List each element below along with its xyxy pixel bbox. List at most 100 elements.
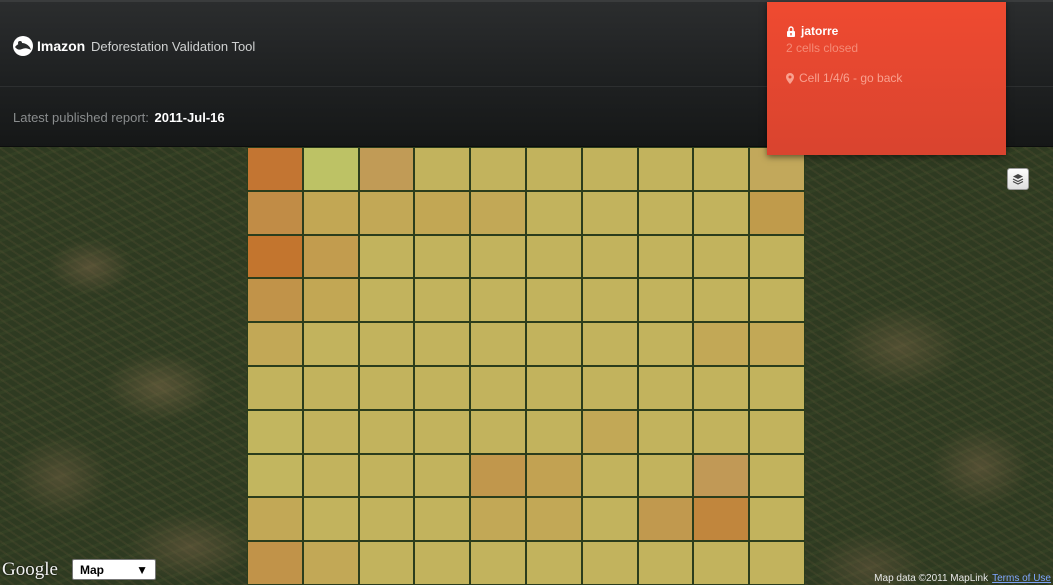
grid-cell[interactable]: [415, 498, 470, 541]
grid-cell[interactable]: [750, 498, 804, 541]
grid-cell[interactable]: [527, 191, 581, 234]
grid-cell[interactable]: [582, 367, 637, 409]
grid-cell[interactable]: [750, 279, 804, 322]
grid-cell[interactable]: [582, 191, 637, 234]
grid-cell[interactable]: [527, 323, 581, 365]
grid-cell[interactable]: [248, 542, 302, 584]
grid-cell[interactable]: [415, 235, 470, 278]
grid-cell[interactable]: [471, 367, 525, 409]
grid-cell[interactable]: [303, 367, 358, 409]
grid-cell[interactable]: [582, 323, 637, 365]
grid-cell[interactable]: [582, 454, 637, 497]
grid-cell[interactable]: [750, 410, 804, 453]
grid-cell[interactable]: [415, 148, 470, 190]
grid-cell[interactable]: [248, 323, 302, 365]
grid-cell[interactable]: [638, 148, 693, 190]
grid-cell[interactable]: [638, 191, 693, 234]
grid-cell[interactable]: [694, 279, 749, 322]
grid-cell[interactable]: [750, 454, 804, 497]
grid-cell[interactable]: [303, 454, 358, 497]
grid-cell[interactable]: [471, 454, 525, 497]
grid-cell[interactable]: [694, 323, 749, 365]
grid-cell[interactable]: [359, 410, 414, 453]
grid-cell[interactable]: [527, 410, 581, 453]
grid-cell[interactable]: [415, 323, 470, 365]
grid-cell[interactable]: [248, 191, 302, 234]
grid-cell[interactable]: [527, 235, 581, 278]
grid-cell[interactable]: [582, 498, 637, 541]
grid-cell[interactable]: [750, 542, 804, 584]
grid-cell[interactable]: [303, 323, 358, 365]
grid-cell[interactable]: [638, 279, 693, 322]
grid-cell[interactable]: [582, 148, 637, 190]
grid-cell[interactable]: [527, 498, 581, 541]
grid-cell[interactable]: [638, 498, 693, 541]
grid-cell[interactable]: [415, 191, 470, 234]
grid-cell[interactable]: [694, 454, 749, 497]
grid-cell[interactable]: [694, 498, 749, 541]
grid-cell[interactable]: [582, 279, 637, 322]
grid-cell[interactable]: [248, 498, 302, 541]
grid-cell[interactable]: [582, 235, 637, 278]
grid-cell[interactable]: [248, 367, 302, 409]
grid-cell[interactable]: [303, 498, 358, 541]
grid-cell[interactable]: [248, 235, 302, 278]
grid-cell[interactable]: [694, 235, 749, 278]
grid-cell[interactable]: [471, 542, 525, 584]
grid-cell[interactable]: [359, 367, 414, 409]
grid-cell[interactable]: [694, 410, 749, 453]
grid-cell[interactable]: [415, 279, 470, 322]
grid-cell[interactable]: [303, 235, 358, 278]
grid-cell[interactable]: [750, 323, 804, 365]
grid-cell[interactable]: [359, 454, 414, 497]
grid-cell[interactable]: [303, 191, 358, 234]
grid-cell[interactable]: [471, 235, 525, 278]
grid-cell[interactable]: [471, 279, 525, 322]
grid-cell[interactable]: [471, 410, 525, 453]
grid-cell[interactable]: [471, 148, 525, 190]
grid-cell[interactable]: [359, 279, 414, 322]
grid-cell[interactable]: [303, 410, 358, 453]
grid-cell[interactable]: [638, 323, 693, 365]
grid-cell[interactable]: [694, 542, 749, 584]
grid-cell[interactable]: [248, 454, 302, 497]
grid-cell[interactable]: [527, 148, 581, 190]
grid-cell[interactable]: [750, 191, 804, 234]
grid-cell[interactable]: [248, 148, 302, 190]
grid-cell[interactable]: [359, 235, 414, 278]
grid-cell[interactable]: [694, 191, 749, 234]
grid-cell[interactable]: [527, 279, 581, 322]
grid-cell[interactable]: [415, 410, 470, 453]
grid-cell[interactable]: [248, 410, 302, 453]
grid-cell[interactable]: [471, 191, 525, 234]
map-type-select[interactable]: Map ▼: [72, 559, 156, 580]
satellite-map[interactable]: Google Map ▼ Map data ©2011 MapLink Term…: [0, 147, 1053, 585]
grid-cell[interactable]: [527, 454, 581, 497]
grid-cell[interactable]: [582, 542, 637, 584]
grid-cell[interactable]: [359, 542, 414, 584]
grid-cell[interactable]: [471, 323, 525, 365]
grid-cell[interactable]: [638, 454, 693, 497]
grid-cell[interactable]: [471, 498, 525, 541]
go-back-link[interactable]: Cell 1/4/6 - go back: [799, 71, 902, 85]
grid-cell[interactable]: [359, 148, 414, 190]
terms-of-use-link[interactable]: Terms of Use: [992, 573, 1051, 584]
grid-cell[interactable]: [415, 542, 470, 584]
grid-cell[interactable]: [694, 367, 749, 409]
grid-cell[interactable]: [303, 148, 358, 190]
grid-cell[interactable]: [359, 498, 414, 541]
layers-button[interactable]: [1007, 168, 1029, 190]
grid-cell[interactable]: [527, 367, 581, 409]
grid-cell[interactable]: [638, 367, 693, 409]
grid-cell[interactable]: [415, 367, 470, 409]
grid-cell[interactable]: [638, 410, 693, 453]
grid-cell[interactable]: [303, 542, 358, 584]
grid-cell[interactable]: [527, 542, 581, 584]
grid-cell[interactable]: [750, 235, 804, 278]
imazon-logo[interactable]: Imazon: [12, 35, 85, 57]
grid-cell[interactable]: [638, 542, 693, 584]
grid-cell[interactable]: [359, 323, 414, 365]
grid-cell[interactable]: [248, 279, 302, 322]
grid-cell[interactable]: [638, 235, 693, 278]
grid-cell[interactable]: [582, 410, 637, 453]
